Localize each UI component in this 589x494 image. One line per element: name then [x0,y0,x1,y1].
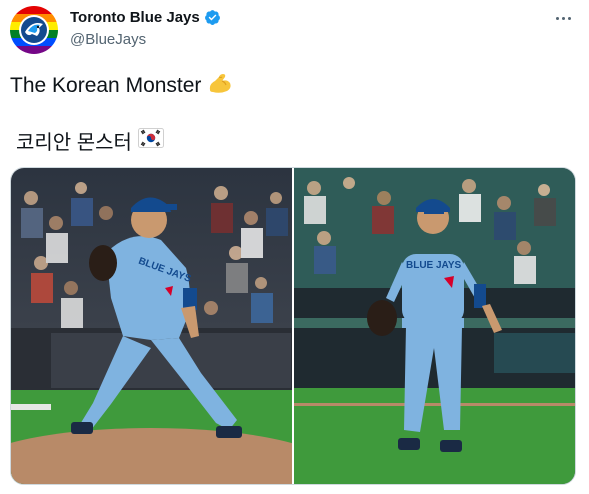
pitcher-walking-photo[interactable]: BLUE JAYS [293,168,575,484]
tweet-text-english: The Korean Monster [10,74,202,97]
tweet-text-line1: The Korean Monster [10,71,233,101]
display-name[interactable]: Toronto Blue Jays [70,9,200,26]
flexed-biceps-icon [207,71,233,101]
more-options-icon[interactable] [553,8,573,28]
right-jersey-text: BLUE JAYS [406,260,462,271]
handle[interactable]: @BlueJays [70,31,146,48]
pitcher-delivery-photo[interactable]: BLUE JAYS [11,168,292,484]
tweet-text-line2: 코리안 몬스터 [16,126,164,155]
blue-jays-logo-icon [10,6,58,54]
tweet-media-grid: BLUE JAYS BLUE JAYS [10,167,576,485]
south-korea-flag-icon [137,127,164,154]
avatar[interactable] [10,6,58,54]
tweet-text-korean: 코리안 몬스터 [16,132,132,154]
author-name-row[interactable]: Toronto Blue Jays [70,9,221,26]
verified-badge-icon [204,10,220,25]
